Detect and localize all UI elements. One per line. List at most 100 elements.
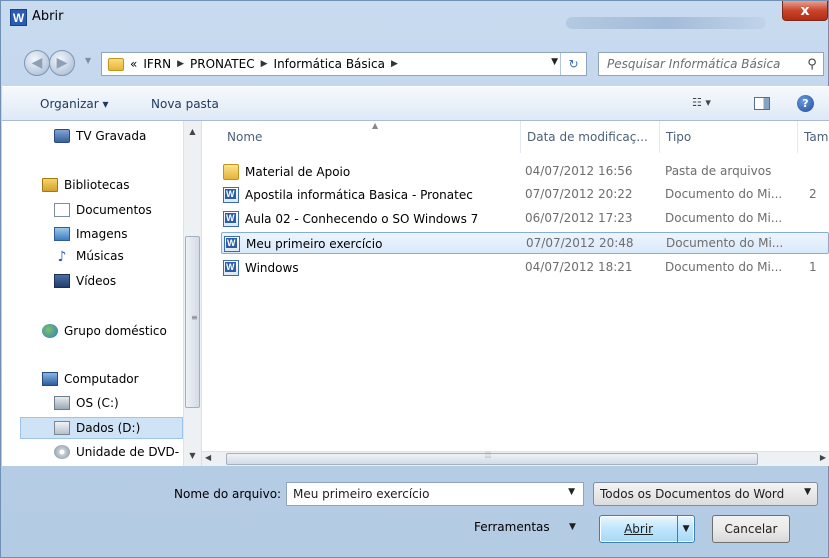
nav-label: Documentos — [76, 203, 152, 217]
nav-vertical-scrollbar[interactable]: ▲ ≡ ▼ — [183, 121, 201, 466]
recent-locations-dropdown[interactable]: ▼ — [85, 56, 97, 70]
file-size: 1 — [809, 260, 817, 274]
toolbar: Organizar ▾ Nova pasta ☷ ▾ ? — [2, 86, 829, 121]
column-label: Nome — [227, 130, 263, 144]
file-type: Documento do Mi... — [665, 211, 783, 225]
nav-item-imagens[interactable]: Imagens — [54, 227, 127, 241]
window-title: Abrir — [32, 9, 64, 24]
file-row-selected[interactable]: Meu primeiro exercício 07/07/2012 20:48 … — [221, 232, 829, 254]
new-folder-button[interactable]: Nova pasta — [151, 97, 219, 111]
file-date: 04/07/2012 18:21 — [525, 260, 633, 274]
nav-item-documentos[interactable]: Documentos — [54, 203, 152, 217]
open-dialog: W Abrir x ◀ ▶ ▼ « IFRN ▶ PRONATEC ▶ Info… — [0, 0, 829, 558]
column-header-data[interactable]: Data de modificaç... — [521, 121, 660, 153]
file-name-cell: Apostila informática Basica - Pronatec — [223, 187, 473, 203]
column-header-nome[interactable]: Nome ▲ — [221, 121, 521, 153]
nav-label: Grupo doméstico — [64, 324, 167, 338]
filename-dropdown-icon[interactable]: ▼ — [568, 487, 575, 497]
nav-item-dvd[interactable]: Unidade de DVD- — [54, 445, 179, 459]
scroll-grip-icon: ⦙⦙⦙ — [485, 451, 492, 461]
nav-item-os-c[interactable]: OS (C:) — [54, 396, 119, 410]
file-type-select[interactable]: Todos os Documentos do Word ▼ — [593, 482, 818, 506]
nav-item-bibliotecas[interactable]: Bibliotecas — [42, 178, 129, 192]
file-name: Material de Apoio — [245, 165, 351, 179]
title-bar[interactable]: W Abrir x — [1, 1, 828, 41]
tools-dropdown-icon[interactable]: ▼ — [569, 522, 576, 532]
view-options-icon[interactable]: ☷ ▾ — [692, 96, 711, 109]
file-name: Aula 02 - Conhecendo o SO Windows 7 — [245, 212, 479, 226]
homegroup-icon — [42, 324, 58, 338]
file-size: 2 — [809, 187, 817, 201]
file-row[interactable]: Aula 02 - Conhecendo o SO Windows 7 06/0… — [221, 208, 829, 230]
scroll-left-arrow-icon[interactable]: ◀ — [205, 453, 211, 462]
column-header-tamanho[interactable]: Tam — [798, 121, 829, 153]
file-name: Meu primeiro exercício — [246, 237, 383, 251]
search-icon[interactable]: ⚲ — [801, 57, 823, 72]
column-header-tipo[interactable]: Tipo — [660, 121, 798, 153]
address-dropdown-icon[interactable]: ▼ — [551, 57, 558, 67]
scroll-thumb[interactable]: ≡ — [185, 236, 200, 408]
word-document-icon — [223, 187, 239, 203]
preview-pane-icon[interactable] — [754, 97, 770, 110]
nav-label: Imagens — [76, 227, 128, 241]
nav-item-tv-gravada[interactable]: TV Gravada — [54, 129, 146, 143]
address-bar[interactable]: « IFRN ▶ PRONATEC ▶ Informática Básica ▶… — [101, 52, 587, 76]
nav-item-dados-d[interactable]: Dados (D:) — [20, 417, 183, 439]
file-row[interactable]: Windows 04/07/2012 18:21 Documento do Mi… — [221, 257, 829, 279]
organize-button[interactable]: Organizar ▾ — [40, 97, 109, 111]
search-input[interactable]: Pesquisar Informática Básica ⚲ — [598, 52, 824, 76]
nav-item-musicas[interactable]: ♪ Músicas — [54, 249, 124, 265]
filename-value: Meu primeiro exercício — [293, 487, 430, 501]
nav-label: Músicas — [76, 249, 124, 263]
breadcrumb-separator-icon[interactable]: ▶ — [391, 59, 398, 69]
file-list-horizontal-scrollbar[interactable]: ◀ ⦙⦙⦙ ▶ — [202, 451, 829, 466]
scroll-down-arrow-icon[interactable]: ▼ — [184, 447, 201, 464]
breadcrumb-separator-icon[interactable]: ▶ — [261, 59, 268, 69]
word-app-icon: W — [10, 9, 27, 26]
breadcrumb-ifrn[interactable]: IFRN — [143, 57, 171, 71]
open-options-dropdown-icon[interactable]: ▼ — [677, 516, 694, 542]
forward-button[interactable]: ▶ — [49, 50, 75, 76]
file-type-dropdown-icon: ▼ — [804, 487, 811, 497]
close-button[interactable]: x — [782, 1, 828, 21]
dvd-drive-icon — [54, 445, 70, 459]
drive-icon — [54, 421, 70, 435]
back-button[interactable]: ◀ — [24, 50, 50, 76]
refresh-button[interactable]: ↻ — [560, 53, 586, 75]
open-button-label: Abrir — [624, 522, 654, 536]
breadcrumb-separator-icon[interactable]: ▶ — [177, 59, 184, 69]
file-name-cell: Aula 02 - Conhecendo o SO Windows 7 — [223, 211, 478, 227]
cancel-button[interactable]: Cancelar — [712, 515, 790, 543]
file-name: Windows — [245, 261, 299, 275]
nav-item-grupo-domestico[interactable]: Grupo doméstico — [42, 324, 167, 338]
nav-label: TV Gravada — [76, 129, 147, 143]
scroll-up-arrow-icon[interactable]: ▲ — [184, 123, 201, 140]
library-icon — [42, 178, 58, 192]
file-row[interactable]: Apostila informática Basica - Pronatec 0… — [221, 184, 829, 206]
breadcrumb: « IFRN ▶ PRONATEC ▶ Informática Básica ▶ — [130, 57, 404, 71]
file-row[interactable]: Material de Apoio 04/07/2012 16:56 Pasta… — [221, 161, 829, 183]
breadcrumb-overflow[interactable]: « — [130, 57, 137, 71]
nav-item-computador[interactable]: Computador — [42, 372, 139, 386]
file-date: 04/07/2012 16:56 — [525, 164, 633, 178]
file-type: Documento do Mi... — [666, 236, 784, 250]
tools-button[interactable]: Ferramentas — [474, 520, 550, 534]
nav-item-videos[interactable]: Vídeos — [54, 274, 116, 288]
computer-icon — [42, 372, 58, 386]
column-label: Tam — [804, 130, 829, 144]
scroll-thumb[interactable]: ⦙⦙⦙ — [226, 451, 758, 465]
file-type: Documento do Mi... — [665, 187, 783, 201]
file-name: Apostila informática Basica - Pronatec — [245, 188, 473, 202]
breadcrumb-pronatec[interactable]: PRONATEC — [190, 57, 255, 71]
scroll-grip-icon: ≡ — [191, 313, 198, 322]
filename-label: Nome do arquivo: — [174, 487, 282, 501]
open-button[interactable]: Abrir ▼ — [599, 515, 695, 543]
nav-label: Dados (D:) — [76, 421, 141, 435]
scroll-right-arrow-icon[interactable]: ▶ — [820, 453, 826, 462]
refresh-icon: ↻ — [568, 57, 579, 71]
nav-label: Bibliotecas — [64, 178, 130, 192]
filename-input[interactable]: Meu primeiro exercício ▼ — [286, 482, 584, 506]
breadcrumb-informatica-basica[interactable]: Informática Básica — [274, 57, 385, 71]
content-area: TV Gravada Bibliotecas Documentos Imagen… — [2, 121, 829, 466]
help-icon[interactable]: ? — [797, 95, 814, 112]
